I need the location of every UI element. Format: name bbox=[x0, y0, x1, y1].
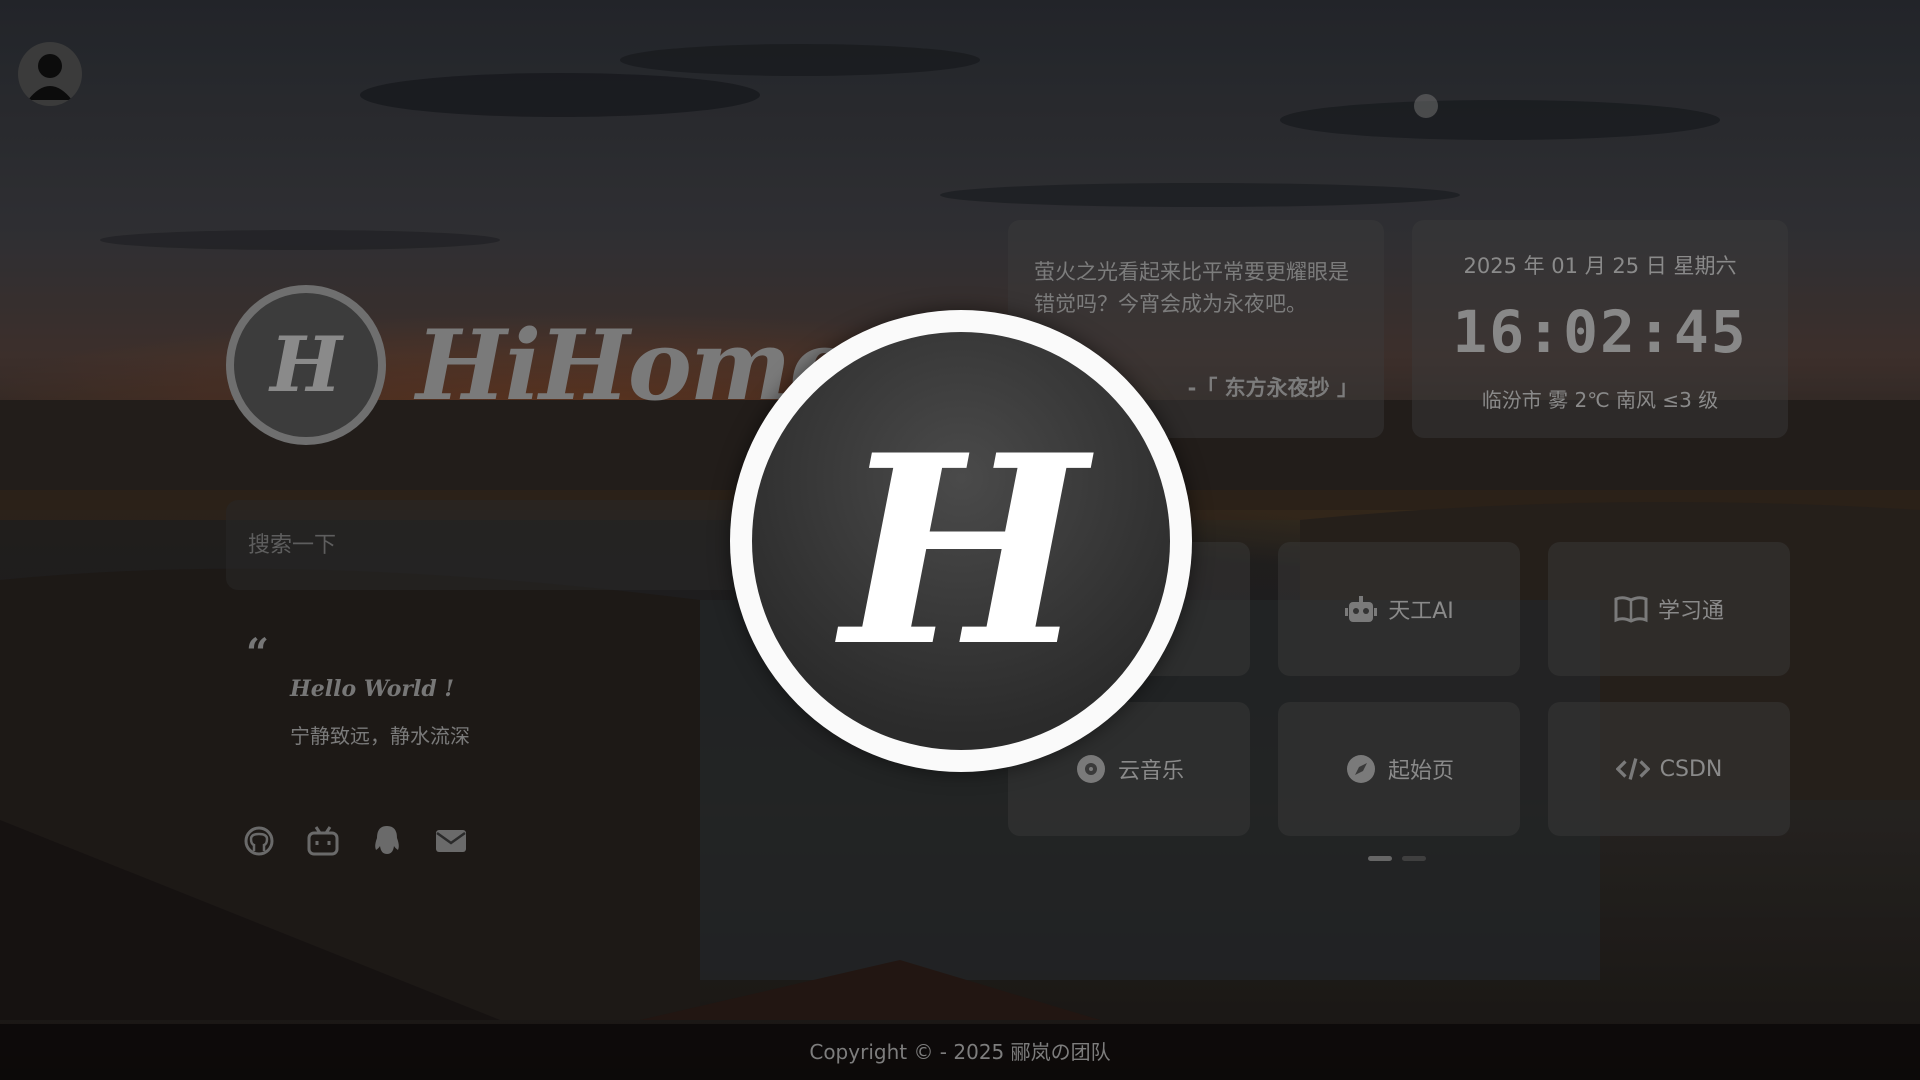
code-icon bbox=[1615, 752, 1650, 786]
brand-logo: H bbox=[226, 285, 386, 445]
copyright-text: Copyright © - 2025 郦岚の团队 bbox=[809, 1040, 1111, 1064]
date-text: 2025 年 01 月 25 日 星期六 bbox=[1463, 254, 1737, 278]
loading-logo: H bbox=[730, 310, 1192, 772]
hitokoto-source: -「 东方永夜抄 」 bbox=[1187, 376, 1358, 400]
link-start-page[interactable]: 起始页 bbox=[1278, 702, 1520, 836]
loader-letter: H bbox=[833, 399, 1097, 704]
quote-icon: “ bbox=[246, 630, 270, 677]
bilibili-link[interactable] bbox=[306, 824, 340, 858]
logo-h-icon: H bbox=[268, 320, 344, 409]
hello-text: 宁静致远，静水流深 bbox=[290, 724, 470, 748]
weather-text: 临汾市 雾 2℃ 南风 ≤3 级 bbox=[1481, 388, 1719, 412]
social-links bbox=[242, 824, 468, 858]
book-icon bbox=[1614, 592, 1648, 626]
qq-icon bbox=[375, 826, 399, 854]
link-xuexitong[interactable]: 学习通 bbox=[1548, 542, 1790, 676]
bilibili-icon bbox=[307, 826, 339, 856]
link-label: 起始页 bbox=[1387, 759, 1454, 784]
github-icon bbox=[244, 826, 274, 856]
brand-logo-letter: H bbox=[268, 320, 344, 409]
link-csdn[interactable]: CSDN bbox=[1548, 702, 1790, 836]
hitokoto-text: 萤火之光看起来比平常要更耀眼是错觉吗？今宵会成为永夜吧。 bbox=[1034, 260, 1349, 316]
qq-link[interactable] bbox=[370, 824, 404, 858]
loading-logo-inner: H bbox=[752, 332, 1170, 750]
mail-icon bbox=[436, 830, 466, 852]
pagination-dot[interactable] bbox=[1402, 856, 1426, 861]
pagination-dots bbox=[1368, 856, 1426, 861]
time-text: 16:02:45 bbox=[1452, 298, 1748, 366]
link-tiangong-ai[interactable]: 天工AI bbox=[1278, 542, 1520, 676]
logo-h-icon: H bbox=[833, 399, 1097, 704]
brand: H HiHome bbox=[226, 285, 851, 445]
hello-card: “ Hello World ! 宁静致远，静水流深 bbox=[226, 630, 846, 770]
compass-icon bbox=[1344, 752, 1378, 786]
link-label: CSDN bbox=[1659, 756, 1723, 782]
robot-icon bbox=[1344, 592, 1378, 626]
link-label: 云音乐 bbox=[1117, 759, 1184, 784]
github-link[interactable] bbox=[242, 824, 276, 858]
moon-icon bbox=[1414, 94, 1438, 118]
link-label: 学习通 bbox=[1657, 599, 1724, 624]
clock-weather-card: 2025 年 01 月 25 日 星期六 16:02:45 临汾市 雾 2℃ 南… bbox=[1412, 220, 1788, 438]
disc-icon bbox=[1074, 752, 1108, 786]
pagination-dot-active[interactable] bbox=[1368, 856, 1392, 861]
user-icon bbox=[28, 54, 72, 100]
hello-title: Hello World ! bbox=[290, 676, 455, 702]
link-label: 天工AI bbox=[1388, 599, 1454, 624]
footer: Copyright © - 2025 郦岚の团队 bbox=[0, 1024, 1920, 1080]
avatar[interactable] bbox=[18, 42, 82, 106]
mail-link[interactable] bbox=[434, 824, 468, 858]
